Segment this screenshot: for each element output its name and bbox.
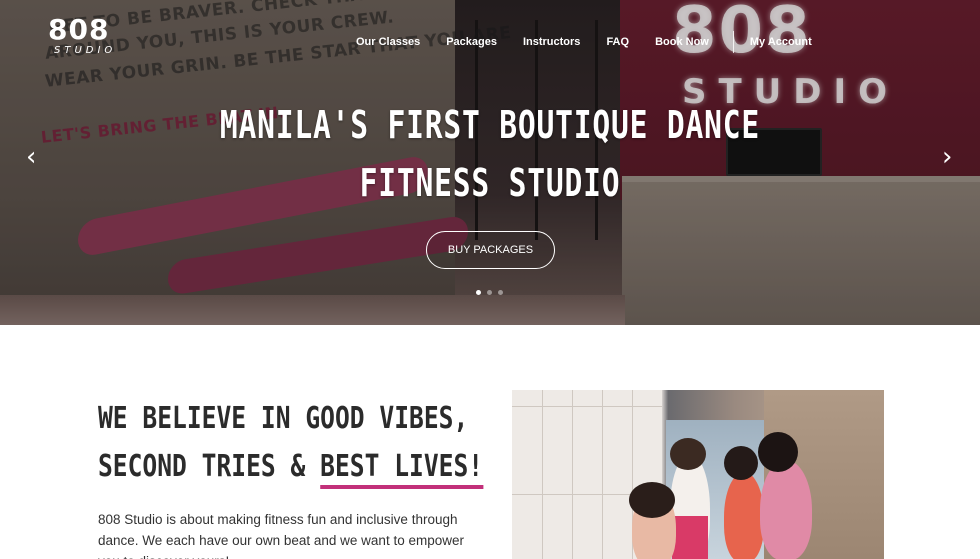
nav-packages[interactable]: Packages [446,36,497,48]
headline-line: WE BELIEVE IN GOOD VIBES, [98,401,469,436]
carousel-dot[interactable] [487,290,492,295]
headline-emphasis: BEST LIVES! [320,449,484,489]
dancer-head [670,438,706,470]
headline-prefix: SECOND TRIES & [98,449,321,484]
intro-body: 808 Studio is about making fitness fun a… [98,512,464,559]
dancer-shorts [672,516,708,559]
carousel-dot[interactable] [476,290,481,295]
intro-headline: WE BELIEVE IN GOOD VIBES, SECOND TRIES &… [98,395,484,491]
site-logo[interactable]: 808 STUDIO [48,13,117,57]
hero-title-line: MANILA'S FIRST BOUTIQUE DANCE [219,103,761,147]
nav-our-classes[interactable]: Our Classes [356,36,420,48]
nav-my-account[interactable]: My Account [750,36,812,48]
hero-banner: 808 STUDIO GET TO BE BRAVER. CHECK THAT … [0,0,980,325]
nav-divider [732,31,734,53]
dancers-photo [512,390,884,559]
locker-line [512,406,662,407]
main-nav: Our Classes Packages Instructors FAQ Boo… [356,31,812,53]
dancer-head [724,446,758,480]
dancer-head [758,432,798,472]
buy-packages-button[interactable]: BUY PACKAGES [426,231,555,269]
nav-instructors[interactable]: Instructors [523,36,580,48]
nav-faq[interactable]: FAQ [606,36,629,48]
carousel-dots [476,290,503,295]
carousel-prev-icon[interactable]: ‹ [26,144,36,170]
dancer-figure [724,472,764,559]
locker-line [542,390,543,559]
hero-title-line: FITNESS STUDIO [359,161,621,205]
locker-line [572,390,573,559]
carousel-dot[interactable] [498,290,503,295]
carousel-next-icon[interactable]: › [942,144,952,170]
dancer-figure [760,460,812,559]
nav-book-now[interactable]: Book Now [655,36,709,48]
locker-line [602,390,603,559]
hero-title: MANILA'S FIRST BOUTIQUE DANCE FITNESS ST… [108,96,872,212]
dancer-head [629,482,675,518]
logo-number: 808 [48,13,110,46]
logo-sub: STUDIO [54,45,117,56]
headline-line: SECOND TRIES & BEST LIVES! [98,443,484,491]
